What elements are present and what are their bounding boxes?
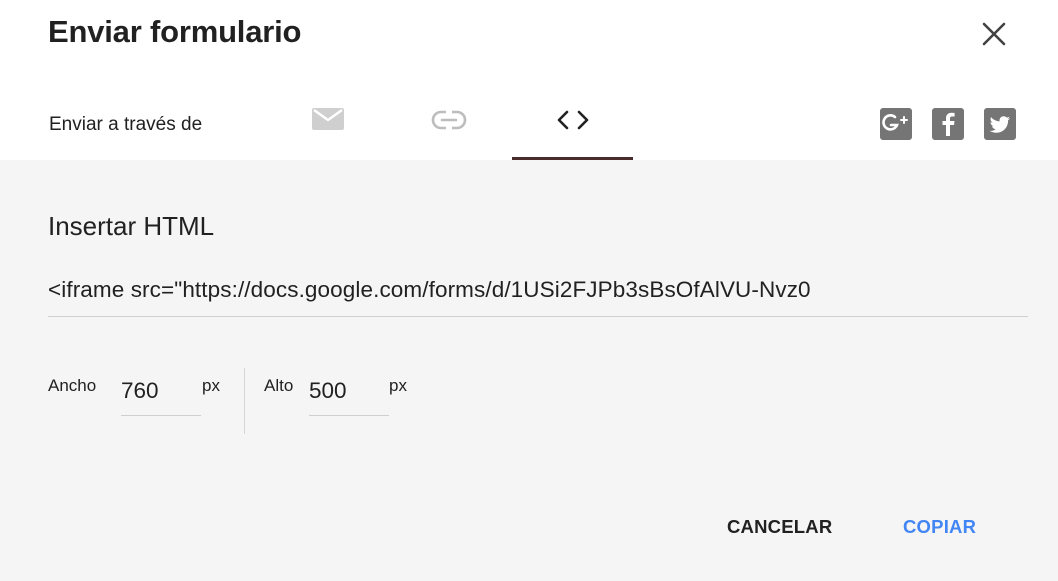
link-icon [431, 110, 467, 130]
google-plus-icon [882, 114, 908, 131]
height-unit: px [389, 376, 407, 395]
width-label: Ancho [48, 376, 97, 395]
tab-link[interactable] [410, 90, 490, 160]
send-via-label: Enviar a través de [49, 114, 203, 135]
close-button[interactable] [974, 14, 1014, 54]
share-twitter-button[interactable] [984, 108, 1016, 140]
width-value: 760 [121, 378, 159, 403]
dimension-divider [244, 368, 245, 434]
close-icon [982, 22, 1006, 46]
width-input[interactable]: 760 [121, 376, 201, 416]
embed-section-title: Insertar HTML [48, 211, 215, 241]
code-icon [557, 110, 589, 130]
width-unit: px [202, 376, 220, 395]
share-facebook-button[interactable] [932, 108, 964, 140]
dialog-header: Enviar formulario Enviar a través de [0, 0, 1058, 160]
twitter-icon [989, 116, 1010, 133]
embed-panel: Insertar HTML <iframe src="https://docs.… [0, 160, 1058, 581]
cancel-button[interactable]: CANCELAR [727, 516, 832, 538]
tab-embed[interactable] [512, 90, 633, 160]
height-label: Alto [264, 376, 294, 395]
embed-code-field[interactable]: <iframe src="https://docs.google.com/for… [48, 273, 1028, 317]
email-icon [312, 108, 344, 130]
copy-button[interactable]: COPIAR [903, 516, 976, 538]
dialog-title: Enviar formulario [48, 14, 302, 49]
height-input[interactable]: 500 [309, 376, 389, 416]
height-value: 500 [309, 378, 347, 403]
share-google-plus-button[interactable] [880, 108, 912, 140]
tab-email[interactable] [290, 90, 370, 160]
facebook-icon [942, 112, 955, 136]
